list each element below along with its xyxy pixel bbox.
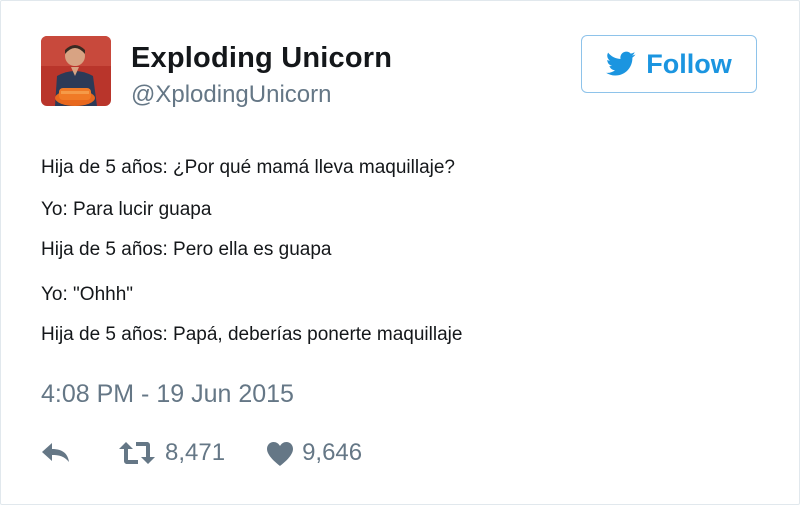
like-button[interactable]: 9,646 bbox=[266, 439, 362, 467]
tweet-timestamp[interactable]: 4:08 PM - 19 Jun 2015 bbox=[41, 380, 294, 409]
tweet-text-line: Yo: "Ohhh" bbox=[41, 284, 134, 305]
heart-icon bbox=[266, 441, 294, 466]
reply-button[interactable] bbox=[41, 442, 79, 464]
tweet-card: Exploding Unicorn @XplodingUnicorn Follo… bbox=[0, 0, 800, 505]
reply-icon bbox=[41, 442, 71, 464]
tweet-actions: 8,471 9,646 bbox=[41, 433, 362, 473]
tweet-text-line: Yo: Para lucir guapa bbox=[41, 199, 212, 220]
twitter-bird-icon bbox=[606, 51, 636, 77]
retweet-icon bbox=[119, 441, 155, 465]
display-name[interactable]: Exploding Unicorn bbox=[131, 42, 392, 75]
avatar[interactable] bbox=[41, 36, 111, 106]
like-count: 9,646 bbox=[302, 439, 363, 466]
tweet-text-line: Hija de 5 años: Pero ella es guapa bbox=[41, 239, 332, 260]
tweet-text-line: Hija de 5 años: ¿Por qué mamá lleva maqu… bbox=[41, 157, 455, 178]
avatar-photo bbox=[41, 36, 111, 106]
tweet-text-line: Hija de 5 años: Papá, deberías ponerte m… bbox=[41, 324, 463, 345]
follow-button[interactable]: Follow bbox=[581, 35, 757, 93]
retweet-count: 8,471 bbox=[165, 439, 226, 466]
user-handle[interactable]: @XplodingUnicorn bbox=[131, 81, 331, 109]
follow-label: Follow bbox=[646, 48, 732, 79]
retweet-button[interactable]: 8,471 bbox=[119, 439, 225, 467]
